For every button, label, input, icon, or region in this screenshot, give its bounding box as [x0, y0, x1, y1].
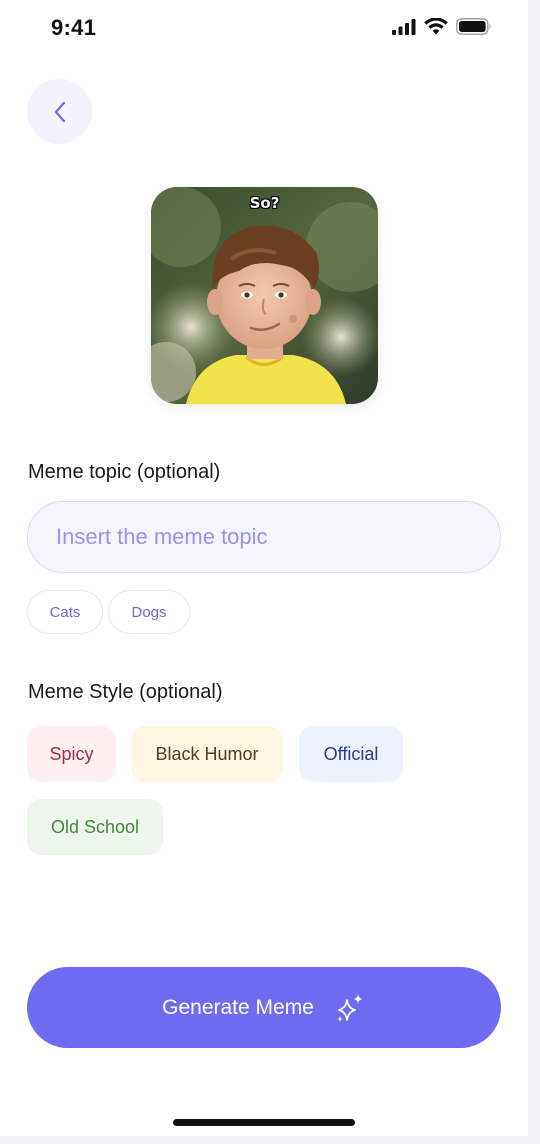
home-indicator [173, 1119, 355, 1126]
meme-style-label: Meme Style (optional) [28, 681, 223, 703]
meme-topic-label: Meme topic (optional) [28, 461, 221, 483]
chevron-left-icon [54, 101, 65, 122]
meme-picture [151, 187, 378, 404]
generate-meme-button[interactable]: Generate Meme [27, 967, 501, 1048]
topic-chip-cats[interactable]: Cats [27, 590, 103, 634]
app-screen: 9:41 So? Meme topic (optional) Insert th… [0, 0, 528, 1136]
meme-image: So? [151, 187, 378, 404]
back-button[interactable] [27, 79, 92, 144]
wifi-icon [424, 18, 448, 35]
style-tag-black-humor[interactable]: Black Humor [131, 726, 283, 782]
style-tag-spicy[interactable]: Spicy [27, 726, 116, 782]
generate-meme-label: Generate Meme [162, 995, 314, 1019]
topic-chip-dogs[interactable]: Dogs [108, 590, 190, 634]
battery-icon [456, 18, 491, 35]
meme-topic-input[interactable] [27, 501, 501, 573]
meme-caption: So? [249, 194, 280, 212]
style-tag-official[interactable]: Official [299, 726, 403, 782]
sparkles-icon [337, 993, 362, 1022]
style-tag-old-school[interactable]: Old School [27, 799, 163, 855]
status-icons [392, 18, 492, 35]
cellular-signal-icon [392, 18, 416, 35]
status-time: 9:41 [51, 15, 97, 40]
